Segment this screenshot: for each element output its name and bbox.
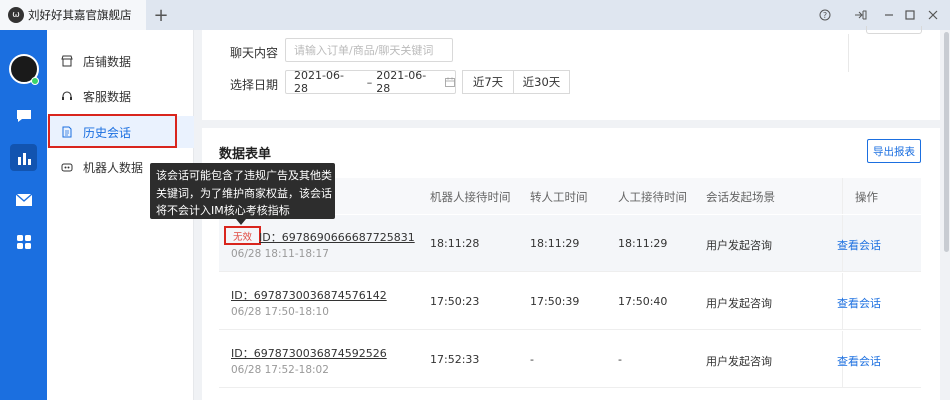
transfer-time-cell: 17:50:39	[530, 295, 580, 308]
invalid-badge[interactable]: 无效	[224, 226, 261, 245]
column-header: 机器人接待时间	[430, 190, 511, 204]
sidebar-item-store-data[interactable]: 店铺数据	[47, 45, 194, 77]
window-tab[interactable]: ω 刘好好其嘉官旗舰店	[0, 0, 146, 30]
sidebar-item-label: 店铺数据	[83, 54, 132, 69]
column-header: 转人工时间	[530, 190, 588, 204]
tab-title: 刘好好其嘉官旗舰店	[28, 8, 132, 22]
export-report-button[interactable]: 导出报表	[867, 139, 921, 163]
tooltip-line: 该会话可能包含了违规广告及其他类	[156, 169, 332, 182]
collapsed-button[interactable]	[866, 26, 922, 34]
column-header: 人工接待时间	[618, 190, 687, 204]
session-id-link[interactable]: ID：6978690666687725831	[259, 229, 415, 245]
transfer-time-cell: -	[530, 353, 534, 366]
headset-icon	[61, 90, 73, 102]
invalid-tooltip: 该会话可能包含了违规广告及其他类 关键词，为了维护商家权益，该会话 将不会计入I…	[150, 163, 335, 219]
human-time-cell: -	[618, 353, 622, 366]
close-icon[interactable]	[924, 6, 942, 24]
date-end: 2021-06-28	[376, 69, 427, 95]
date-range-picker[interactable]: 2021-06-28 – 2021-06-28	[285, 69, 456, 95]
human-time-cell: 17:50:40	[618, 295, 668, 308]
column-header: 操作	[855, 190, 878, 204]
chat-content-label: 聊天内容	[230, 46, 279, 60]
view-session-link[interactable]: 查看会话	[837, 237, 881, 253]
svg-text:?: ?	[823, 11, 827, 20]
session-time-range: 06/28 17:50-18:10	[231, 306, 329, 318]
sidebar-item-cs-data[interactable]: 客服数据	[47, 80, 194, 112]
help-icon[interactable]: ?	[816, 6, 834, 24]
filter-panel: 聊天内容 请输入订单/商品/聊天关键词 选择日期 2021-06-28 – 20…	[202, 26, 940, 120]
chart-icon[interactable]	[10, 144, 37, 171]
date-start: 2021-06-28	[294, 69, 344, 95]
sidebar-item-label: 客服数据	[83, 89, 132, 104]
title-bar: ω 刘好好其嘉官旗舰店 + ?	[0, 0, 950, 30]
bot-time-cell: 17:52:33	[430, 353, 480, 366]
robot-icon	[61, 161, 73, 173]
scrollbar[interactable]	[942, 30, 950, 400]
scene-cell: 用户发起咨询	[706, 297, 772, 310]
tooltip-line: 将不会计入IM核心考核指标	[156, 204, 290, 217]
store-icon	[61, 55, 73, 67]
store-logo-icon: ω	[8, 7, 24, 23]
session-id-link[interactable]: ID：6978730036874592526	[231, 345, 387, 361]
column-header: 会话发起场景	[706, 190, 775, 204]
divider	[848, 34, 849, 72]
badge-label: 无效	[232, 231, 252, 243]
pin-icon[interactable]	[852, 6, 870, 24]
transfer-time-cell: 18:11:29	[530, 237, 580, 250]
date-separator: –	[366, 75, 373, 89]
bot-time-cell: 17:50:23	[430, 295, 480, 308]
app-rail	[0, 30, 47, 400]
view-session-link[interactable]: 查看会话	[837, 353, 881, 369]
session-time-range: 06/28 18:11-18:17	[231, 248, 329, 260]
chat-content-input[interactable]: 请输入订单/商品/聊天关键词	[285, 38, 453, 62]
view-session-link[interactable]: 查看会话	[837, 295, 881, 311]
chat-icon[interactable]	[10, 102, 37, 129]
sidebar-item-label: 机器人数据	[83, 160, 144, 175]
maximize-icon[interactable]	[901, 6, 919, 24]
new-tab-button[interactable]: +	[150, 4, 172, 26]
table-row[interactable]: ID：6978730036874576142 06/28 17:50-18:10…	[219, 273, 921, 330]
tooltip-arrow	[236, 219, 246, 225]
table-title: 数据表单	[219, 147, 272, 162]
scene-cell: 用户发起咨询	[706, 239, 772, 252]
last-30-days-button[interactable]: 近30天	[513, 70, 570, 94]
scene-cell: 用户发起咨询	[706, 355, 772, 368]
tooltip-line: 关键词，为了维护商家权益，该会话	[156, 186, 332, 200]
date-label: 选择日期	[230, 78, 279, 92]
highlight-box	[48, 114, 177, 148]
column-divider	[842, 178, 843, 214]
chat-content-placeholder: 请输入订单/商品/聊天关键词	[294, 44, 434, 57]
table-row[interactable]: ID：6978730036874592526 06/28 17:52-18:02…	[219, 331, 921, 388]
table-row[interactable]: 无效 ID：6978690666687725831 06/28 18:11-18…	[219, 215, 921, 272]
online-status-dot	[31, 77, 39, 85]
calendar-icon	[445, 77, 455, 87]
minimize-icon[interactable]	[880, 6, 898, 24]
session-time-range: 06/28 17:52-18:02	[231, 364, 329, 376]
human-time-cell: 18:11:29	[618, 237, 668, 250]
bot-time-cell: 18:11:28	[430, 237, 480, 250]
mail-icon[interactable]	[10, 186, 37, 213]
session-id-link[interactable]: ID：6978730036874576142	[231, 287, 387, 303]
last-7-days-button[interactable]: 近7天	[462, 70, 514, 94]
scrollbar-thumb[interactable]	[944, 32, 949, 252]
apps-grid-icon[interactable]	[10, 228, 37, 255]
